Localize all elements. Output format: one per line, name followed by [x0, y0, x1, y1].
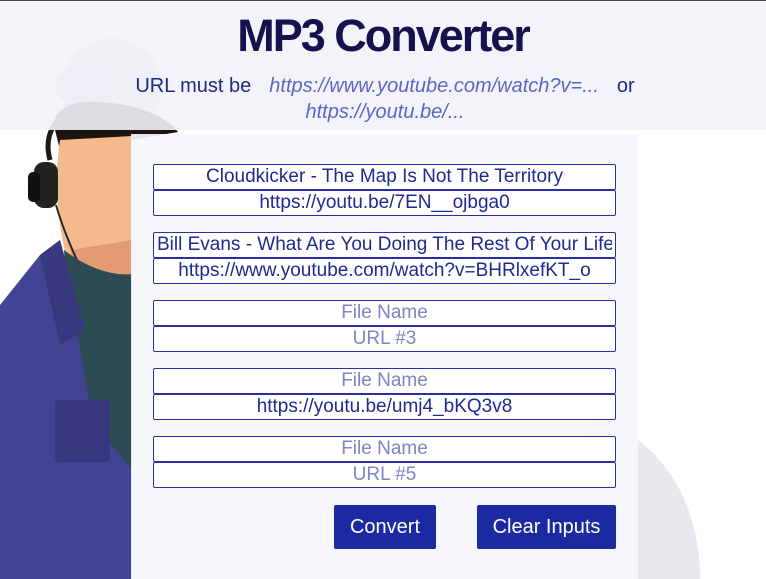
- clear-inputs-button[interactable]: Clear Inputs: [477, 505, 616, 549]
- file-name-input-5[interactable]: [153, 436, 616, 462]
- convert-button[interactable]: Convert: [334, 505, 436, 549]
- url-pattern-short: https://youtu.be/...: [305, 101, 465, 123]
- url-pattern-long: https://www.youtube.com/watch?v=...: [269, 75, 599, 97]
- url-input-3[interactable]: [153, 326, 616, 352]
- url-input-2[interactable]: [153, 258, 616, 284]
- url-hint-or: or: [616, 75, 635, 97]
- url-hint-prefix: URL must be: [135, 75, 252, 97]
- url-input-5[interactable]: [153, 462, 616, 488]
- url-input-4[interactable]: [153, 394, 616, 420]
- file-name-input-4[interactable]: [153, 368, 616, 394]
- file-name-input-3[interactable]: [153, 300, 616, 326]
- jacket-pocket: [55, 400, 110, 462]
- file-name-input-2[interactable]: [153, 232, 616, 258]
- url-format-hint: URL must be https://www.youtube.com/watch…: [110, 73, 660, 125]
- file-name-input-1[interactable]: [153, 164, 616, 190]
- url-input-1[interactable]: [153, 190, 616, 216]
- page-title: MP3 Converter: [237, 10, 531, 61]
